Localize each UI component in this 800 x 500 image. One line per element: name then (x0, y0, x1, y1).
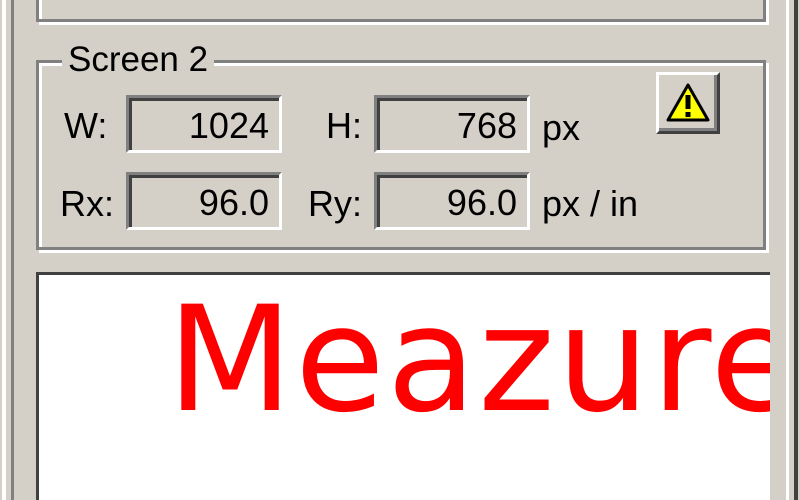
screen-group-title: Screen 2 (62, 40, 215, 80)
preview-canvas: Meazure (36, 272, 770, 500)
meazure-screen-panel: Screen 2 W: 1024 H: 768 px Rx: 96.0 Ry: … (0, 0, 800, 500)
width-field[interactable]: 1024 (126, 95, 282, 153)
previous-group-box (36, 0, 766, 22)
canvas-title-text: Meazure (167, 275, 770, 445)
res-unit-label: px / in (542, 183, 639, 224)
warning-triangle-icon (666, 83, 710, 122)
res-y-label: Ry: (308, 183, 362, 224)
window-frame-right (786, 0, 800, 500)
width-label: W: (64, 105, 108, 146)
warning-button[interactable] (656, 72, 720, 134)
size-unit-label: px (542, 107, 581, 148)
height-label: H: (326, 105, 362, 146)
res-x-field[interactable]: 96.0 (126, 172, 282, 230)
res-x-label: Rx: (60, 183, 114, 224)
window-frame-left (0, 0, 14, 500)
res-y-field[interactable]: 96.0 (374, 172, 530, 230)
height-field[interactable]: 768 (374, 95, 530, 153)
